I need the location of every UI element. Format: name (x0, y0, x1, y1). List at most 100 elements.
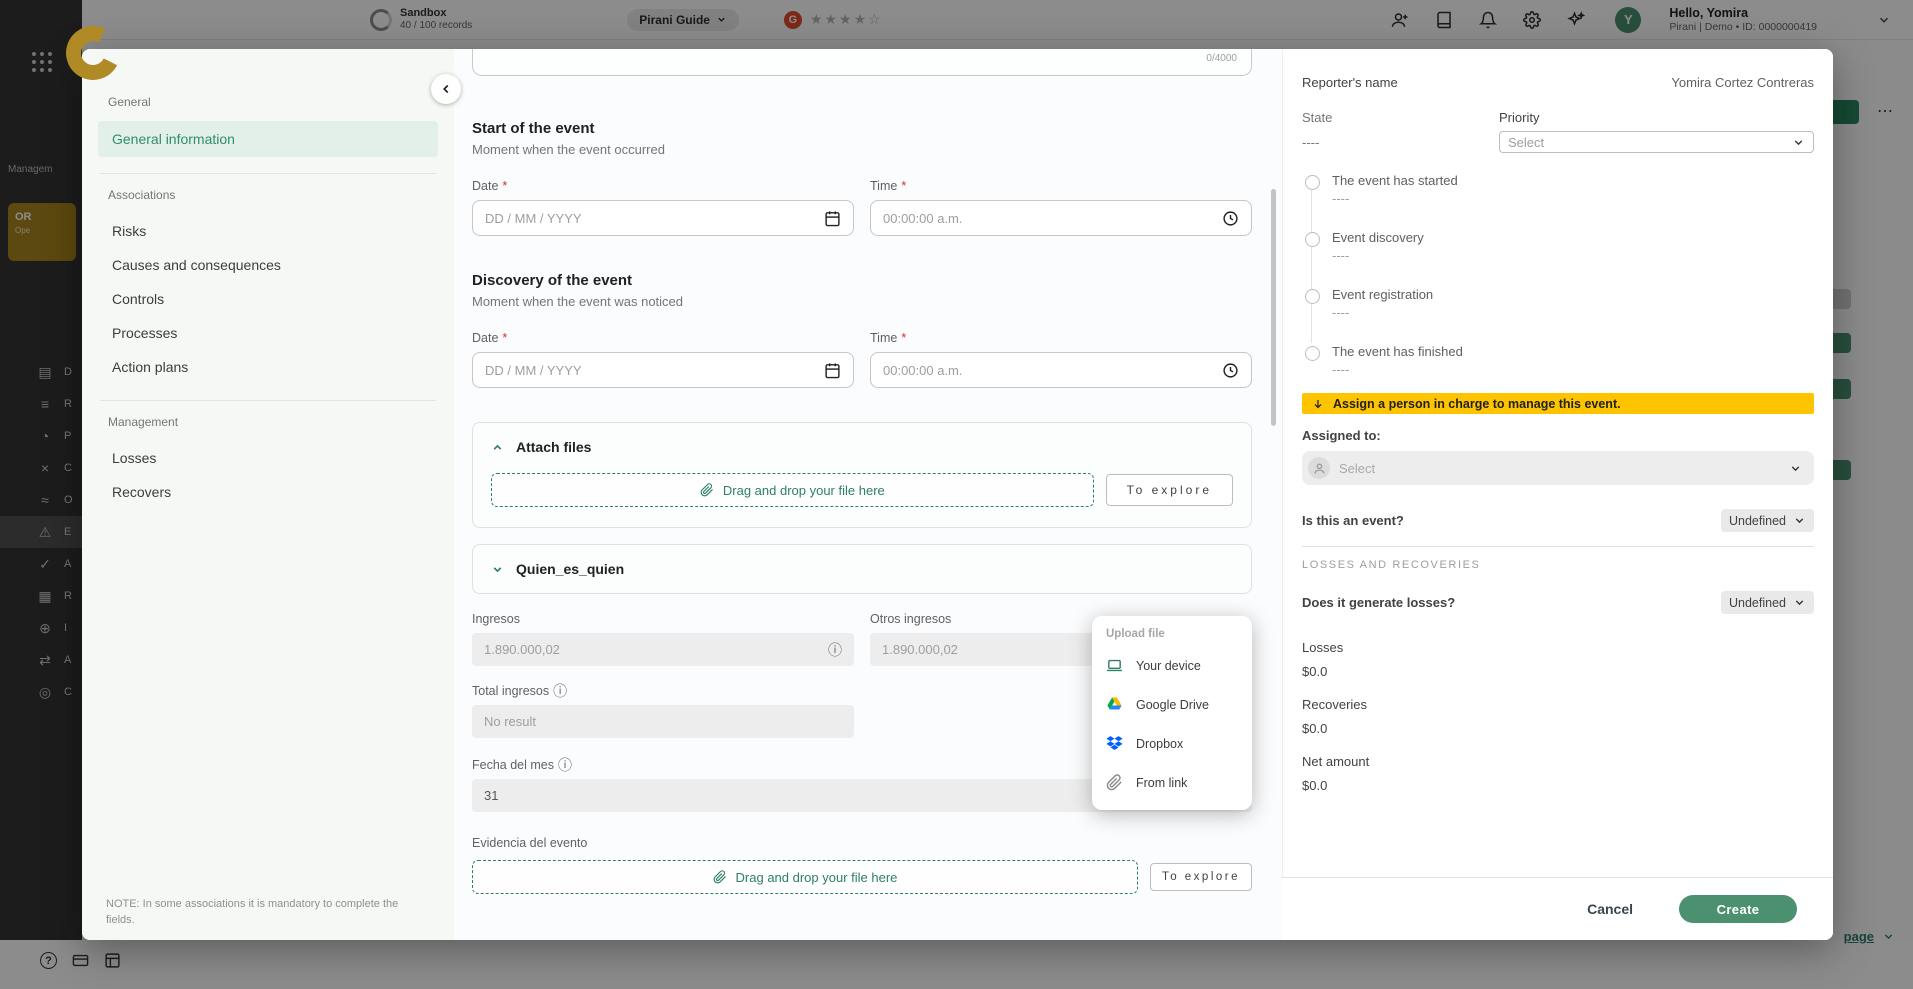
divider (100, 173, 436, 174)
radio-icon[interactable] (1305, 232, 1320, 247)
radio-icon[interactable] (1305, 346, 1320, 361)
quien-es-quien-header[interactable]: Quien_es_quien (491, 561, 1233, 577)
total-ingresos-label: Total ingresos ⓘ (472, 683, 568, 699)
chevron-up-icon (493, 444, 502, 450)
divider (1302, 546, 1814, 547)
info-icon[interactable]: ⓘ (553, 684, 567, 698)
timeline-step[interactable]: The event has started ---- (1304, 173, 1814, 206)
nav-item-general-information[interactable]: General information (98, 121, 438, 157)
calendar-icon[interactable] (824, 210, 841, 227)
paperclip-icon (1106, 774, 1123, 791)
nav-item-losses[interactable]: Losses (98, 441, 438, 475)
attach-explore-button[interactable]: To explore (1105, 474, 1233, 506)
quien-es-quien-card: Quien_es_quien (472, 544, 1252, 594)
attach-files-card: Attach files Drag and drop your file her… (472, 422, 1252, 528)
discovery-date-input[interactable] (472, 352, 854, 388)
radio-icon[interactable] (1305, 289, 1320, 304)
char-counter: 0/4000 (1206, 53, 1237, 64)
upload-option-your-device[interactable]: Your device (1092, 646, 1252, 685)
nav-item-processes[interactable]: Processes (98, 316, 438, 350)
assign-warning-banner: Assign a person in charge to manage this… (1302, 393, 1814, 414)
event-timeline: The event has started ---- Event discove… (1302, 173, 1814, 377)
start-section-title: Start of the event (472, 120, 595, 137)
chevron-down-icon (1794, 139, 1803, 145)
paperclip-icon (713, 870, 726, 884)
ingresos-input: 1.890.000,02 ⓘ (472, 633, 854, 666)
reporter-value: Yomira Cortez Contreras (1671, 75, 1814, 90)
start-section-subtitle: Moment when the event occurred (472, 142, 665, 157)
nav-section-associations: Associations (108, 188, 176, 202)
modal-summary: Reporter's name Yomira Cortez Contreras … (1282, 49, 1833, 940)
chevron-down-icon (493, 566, 502, 572)
chevron-down-icon (1791, 465, 1800, 471)
nav-item-risks[interactable]: Risks (98, 214, 438, 248)
create-event-modal: General General information Associations… (82, 49, 1833, 940)
nav-section-general: General (108, 95, 151, 109)
upload-option-google-drive[interactable]: Google Drive (1092, 685, 1252, 724)
attach-dropzone[interactable]: Drag and drop your file here (491, 473, 1094, 507)
create-button[interactable]: Create (1679, 895, 1797, 923)
recoveries-value: $0.0 (1302, 721, 1328, 736)
priority-select[interactable]: Select (1499, 131, 1814, 153)
evidencia-explore-button[interactable]: To explore (1149, 863, 1252, 891)
info-icon[interactable]: ⓘ (828, 643, 842, 657)
nav-section-management: Management (108, 415, 179, 429)
net-amount-value: $0.0 (1302, 778, 1328, 793)
cancel-button[interactable]: Cancel (1587, 901, 1633, 917)
nav-item-action-plans[interactable]: Action plans (98, 350, 438, 384)
scrollbar[interactable] (1271, 189, 1276, 426)
losses-label: Losses (1302, 640, 1344, 655)
person-icon (1308, 457, 1330, 479)
is-event-select[interactable]: Undefined (1721, 509, 1814, 532)
priority-label: Priority (1499, 110, 1540, 125)
radio-icon[interactable] (1305, 175, 1320, 190)
total-ingresos-input: No result (472, 705, 854, 738)
collapse-nav-button[interactable] (431, 74, 461, 104)
calendar-icon[interactable] (824, 362, 841, 379)
dropbox-icon (1106, 735, 1123, 752)
evidencia-label: Evidencia del evento (472, 836, 588, 850)
timeline-step[interactable]: Event discovery ---- (1304, 230, 1814, 263)
discovery-time-input[interactable] (870, 352, 1252, 388)
chevron-down-icon (1795, 518, 1804, 524)
chevron-down-icon (1795, 600, 1804, 606)
info-icon[interactable]: ⓘ (558, 758, 572, 772)
ingresos-label: Ingresos (472, 612, 520, 626)
assigned-to-label: Assigned to: (1302, 428, 1381, 443)
google-drive-icon (1106, 696, 1123, 713)
nav-note: NOTE: In some associations it is mandato… (106, 898, 399, 926)
generates-losses-select[interactable]: Undefined (1721, 591, 1814, 614)
net-amount-label: Net amount (1302, 754, 1370, 769)
start-time-input[interactable] (870, 200, 1252, 236)
clock-icon[interactable] (1222, 210, 1239, 227)
timeline-step[interactable]: Event registration ---- (1304, 287, 1814, 320)
nav-item-recovers[interactable]: Recovers (98, 475, 438, 509)
attach-files-header[interactable]: Attach files (491, 439, 1233, 455)
divider (100, 400, 436, 401)
paperclip-icon (700, 483, 713, 497)
reporter-label: Reporter's name (1302, 75, 1398, 90)
timeline-step[interactable]: The event has finished ---- (1304, 344, 1814, 377)
discovery-section-title: Discovery of the event (472, 272, 633, 289)
recoveries-label: Recoveries (1302, 697, 1368, 712)
assigned-to-select[interactable]: Select (1302, 451, 1814, 485)
evidencia-dropzone[interactable]: Drag and drop your file here (472, 860, 1138, 894)
start-date-input[interactable] (472, 200, 854, 236)
modal-footer: Cancel Create (1282, 877, 1833, 940)
laptop-icon (1106, 657, 1123, 674)
modal-nav: General General information Associations… (82, 49, 454, 940)
time-label: Time * (870, 331, 907, 345)
clock-icon[interactable] (1222, 362, 1239, 379)
state-label: State (1302, 110, 1333, 125)
description-textarea[interactable]: 0/4000 (472, 49, 1252, 76)
upload-option-from-link[interactable]: From link (1092, 763, 1252, 802)
upload-file-menu: Upload file Your device Google Drive Dro… (1092, 616, 1252, 810)
arrow-down-icon (1314, 399, 1322, 408)
losses-recoveries-header: LOSSES AND RECOVERIES (1302, 559, 1481, 571)
upload-option-dropbox[interactable]: Dropbox (1092, 724, 1252, 763)
discovery-section-subtitle: Moment when the event was noticed (472, 294, 684, 309)
nav-item-causes-consequences[interactable]: Causes and consequences (98, 248, 438, 282)
is-event-label: Is this an event? (1302, 513, 1404, 528)
losses-value: $0.0 (1302, 664, 1328, 679)
nav-item-controls[interactable]: Controls (98, 282, 438, 316)
